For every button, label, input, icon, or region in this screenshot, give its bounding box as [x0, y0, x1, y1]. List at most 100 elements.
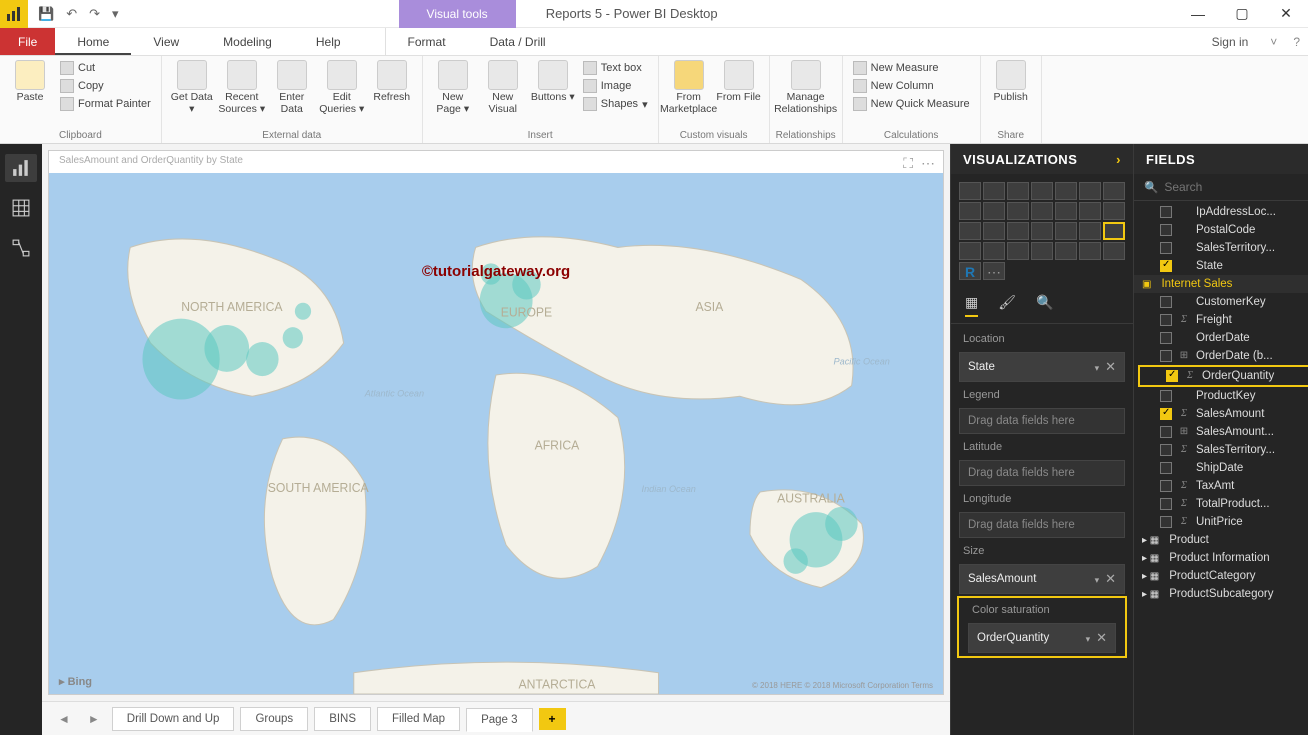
field-checkbox[interactable]	[1160, 296, 1172, 308]
minimize-button[interactable]: —	[1176, 0, 1220, 28]
textbox-button[interactable]: Text box	[579, 60, 652, 76]
analytics-tab-icon[interactable]: 🔍	[1036, 294, 1053, 317]
qat-more-icon[interactable]: ▾	[108, 4, 123, 24]
from-file-button[interactable]: From File	[715, 58, 763, 104]
field-item[interactable]: OrderDate	[1134, 329, 1308, 347]
latitude-dropzone[interactable]: Drag data fields here	[959, 460, 1125, 486]
viz-combo2-icon[interactable]	[1055, 202, 1077, 220]
remove-field-icon[interactable]: ✕	[1105, 571, 1116, 586]
signin-link[interactable]: Sign in	[1198, 28, 1263, 55]
viz-funnel-icon[interactable]	[983, 222, 1005, 240]
add-page-button[interactable]: +	[539, 708, 566, 730]
viz-stacked-column-icon[interactable]	[1031, 182, 1053, 200]
fields-search[interactable]: 🔍	[1134, 174, 1308, 201]
table-header[interactable]: ▸ ▦Product	[1134, 531, 1308, 549]
viz-waterfall-icon[interactable]	[1103, 202, 1125, 220]
viz-more-icon[interactable]: ⋯	[983, 262, 1005, 280]
field-checkbox[interactable]	[1160, 498, 1172, 510]
viz-clustered-column-icon[interactable]	[1079, 182, 1101, 200]
collapse-ribbon-icon[interactable]: ˅	[1262, 28, 1285, 55]
model-view-button[interactable]	[5, 234, 37, 262]
field-item[interactable]: ΣOrderQuantity	[1138, 365, 1308, 387]
viz-stacked-area-icon[interactable]	[1007, 202, 1029, 220]
datadrill-tab[interactable]: Data / Drill	[468, 28, 568, 55]
undo-icon[interactable]: ↶	[62, 4, 81, 24]
help-icon[interactable]: ?	[1285, 28, 1308, 55]
edit-queries-button[interactable]: Edit Queries ▾	[318, 58, 366, 115]
field-item[interactable]: IpAddressLoc...	[1134, 203, 1308, 221]
new-quick-measure-button[interactable]: New Quick Measure	[849, 96, 974, 112]
redo-icon[interactable]: ↷	[85, 4, 104, 24]
shapes-button[interactable]: Shapes ▾	[579, 96, 652, 112]
field-item[interactable]: ΣTotalProduct...	[1134, 495, 1308, 513]
page-tab[interactable]: Groups	[240, 707, 308, 731]
viz-column-icon[interactable]	[1055, 182, 1077, 200]
field-checkbox[interactable]	[1160, 462, 1172, 474]
field-checkbox[interactable]	[1160, 242, 1172, 254]
table-header[interactable]: ▸ ▦ProductCategory	[1134, 567, 1308, 585]
field-item[interactable]: SalesTerritory...	[1134, 239, 1308, 257]
color-saturation-field-pill[interactable]: OrderQuantity▾✕	[968, 623, 1116, 653]
field-checkbox[interactable]	[1160, 332, 1172, 344]
viz-matrix-icon[interactable]	[1079, 222, 1101, 240]
viz-donut-icon[interactable]	[1031, 222, 1053, 240]
expand-icon[interactable]: ▸ ▦	[1142, 535, 1159, 546]
remove-field-icon[interactable]: ✕	[1105, 359, 1116, 374]
expand-icon[interactable]: ▸ ▦	[1142, 571, 1159, 582]
maximize-button[interactable]: ▢	[1220, 0, 1264, 28]
location-field-pill[interactable]: State▾✕	[959, 352, 1125, 382]
refresh-button[interactable]: Refresh	[368, 58, 416, 104]
viz-gauge-icon[interactable]	[983, 242, 1005, 260]
get-data-button[interactable]: Get Data ▾	[168, 58, 216, 115]
field-item[interactable]: ProductKey	[1134, 387, 1308, 405]
home-tab[interactable]: Home	[55, 28, 131, 55]
longitude-dropzone[interactable]: Drag data fields here	[959, 512, 1125, 538]
table-header[interactable]: ▸ ▦Product Information	[1134, 549, 1308, 567]
viz-card-icon[interactable]	[1007, 242, 1029, 260]
help-tab[interactable]: Help	[294, 28, 363, 55]
viz-kpi-icon[interactable]	[1055, 242, 1077, 260]
field-item[interactable]: ΣFreight	[1134, 311, 1308, 329]
search-input[interactable]	[1164, 180, 1308, 194]
field-item[interactable]: ΣUnitPrice	[1134, 513, 1308, 531]
field-checkbox[interactable]	[1160, 260, 1172, 272]
new-column-button[interactable]: New Column	[849, 78, 974, 94]
field-checkbox[interactable]	[1166, 370, 1178, 382]
viz-ribbon-icon[interactable]	[1079, 202, 1101, 220]
modeling-tab[interactable]: Modeling	[201, 28, 294, 55]
viz-r-icon[interactable]: R	[959, 262, 981, 280]
map-visual[interactable]: SalesAmount and OrderQuantity by State ⛶…	[48, 150, 944, 695]
table-header[interactable]: ▣Internet Sales	[1134, 275, 1308, 293]
field-item[interactable]: ⊞SalesAmount...	[1134, 423, 1308, 441]
legend-dropzone[interactable]: Drag data fields here	[959, 408, 1125, 434]
save-icon[interactable]: 💾	[34, 4, 58, 24]
new-visual-button[interactable]: New Visual	[479, 58, 527, 115]
field-checkbox[interactable]	[1160, 206, 1172, 218]
expand-icon[interactable]: ▸ ▦	[1142, 553, 1159, 564]
expand-icon[interactable]: ▣	[1142, 279, 1151, 290]
fields-tab-icon[interactable]: ▦	[965, 294, 978, 317]
field-checkbox[interactable]	[1160, 426, 1172, 438]
viz-slicer-icon[interactable]	[1079, 242, 1101, 260]
new-page-button[interactable]: New Page ▾	[429, 58, 477, 115]
remove-field-icon[interactable]: ✕	[1096, 630, 1107, 645]
field-item[interactable]: ΣSalesAmount	[1134, 405, 1308, 423]
viz-clustered-bar-icon[interactable]	[1007, 182, 1029, 200]
field-checkbox[interactable]	[1160, 350, 1172, 362]
field-item[interactable]: PostalCode	[1134, 221, 1308, 239]
viz-combo-icon[interactable]	[1031, 202, 1053, 220]
format-tab[interactable]: Format	[386, 28, 468, 55]
new-measure-button[interactable]: New Measure	[849, 60, 974, 76]
report-view-button[interactable]	[5, 154, 37, 182]
viz-filled-map-icon[interactable]	[959, 242, 981, 260]
expand-icon[interactable]: ▸ ▦	[1142, 589, 1159, 600]
viz-area-icon[interactable]	[983, 202, 1005, 220]
copy-button[interactable]: Copy	[56, 78, 155, 94]
field-item[interactable]: ΣTaxAmt	[1134, 477, 1308, 495]
page-tab[interactable]: Filled Map	[377, 707, 460, 731]
image-button[interactable]: Image	[579, 78, 652, 94]
viz-table-icon[interactable]	[1103, 242, 1125, 260]
prev-page-icon[interactable]: ◄	[52, 712, 76, 726]
page-tab[interactable]: BINS	[314, 707, 371, 731]
field-checkbox[interactable]	[1160, 314, 1172, 326]
